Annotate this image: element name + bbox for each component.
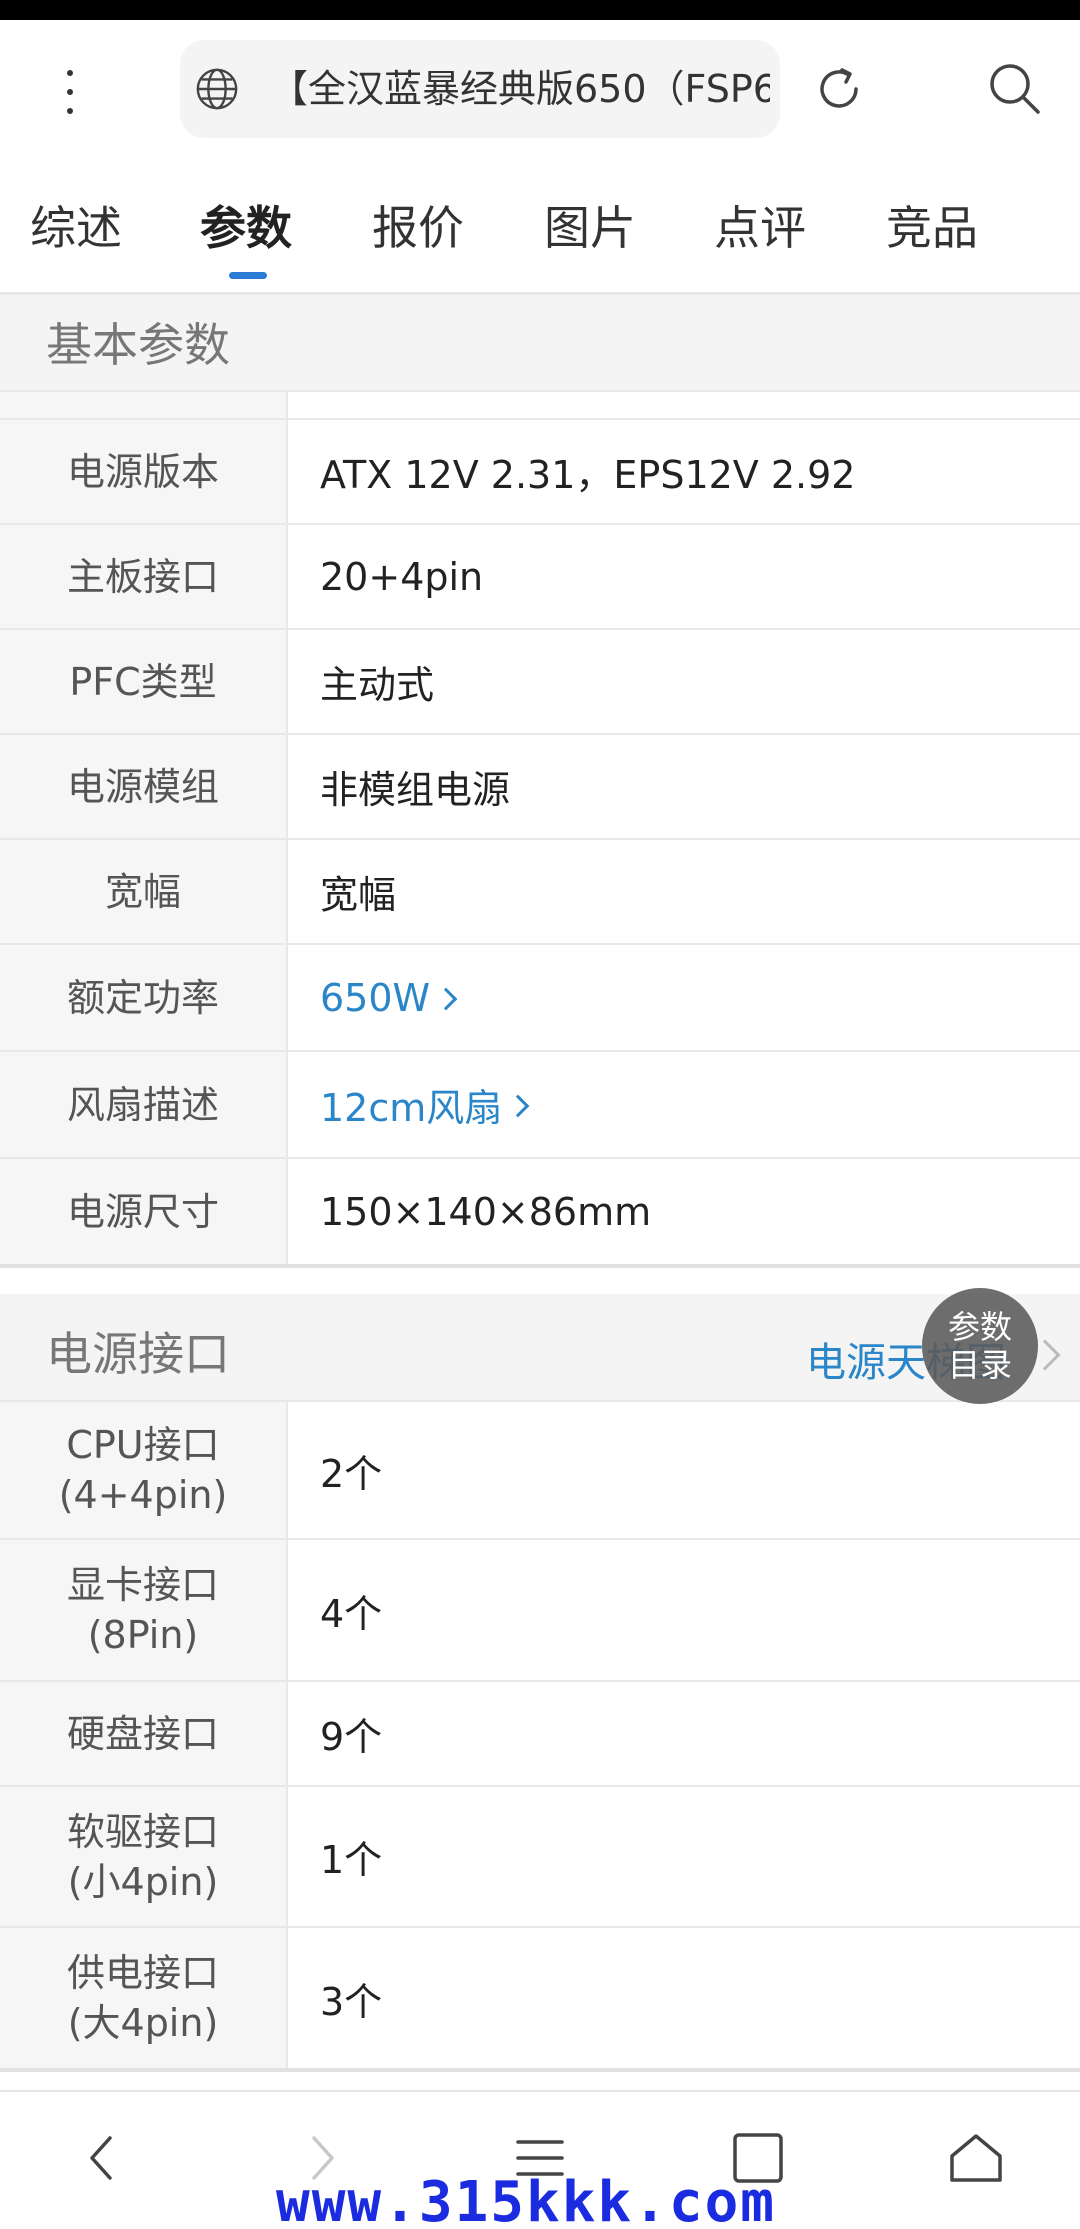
section-gap <box>0 1268 1080 1294</box>
row-value: 3个 <box>320 1979 383 2024</box>
row-value: 9个 <box>320 1715 383 1759</box>
row-value: 20+4pin <box>320 554 484 599</box>
table-row: 供电接口 (大4pin) 3个 <box>0 1928 1080 2070</box>
home-icon[interactable] <box>946 2128 1006 2188</box>
row-value: 2个 <box>320 1451 383 1496</box>
row-value: 1个 <box>320 1838 383 1882</box>
tab-bar: 综述 参数 报价 图片 点评 竞品 <box>0 160 1080 295</box>
row-label: 主板接口 <box>0 525 288 628</box>
table-row: 软驱接口 (小4pin) 1个 <box>0 1787 1080 1928</box>
row-label: 供电接口 (大4pin) <box>0 1928 288 2068</box>
more-vertical-icon[interactable] <box>50 62 90 122</box>
table-row-spacer <box>0 390 1080 420</box>
table-row: 宽幅 宽幅 <box>0 840 1080 945</box>
row-label: 电源版本 <box>0 420 288 523</box>
table-row: CPU接口 (4+4pin) 2个 <box>0 1400 1080 1540</box>
divider <box>0 2068 1080 2072</box>
row-value: 宽幅 <box>320 873 397 917</box>
chevron-right-icon <box>506 1094 530 1117</box>
catalog-label-line1: 参数 <box>947 1308 1012 1346</box>
tab-competitors[interactable]: 竞品 <box>886 188 978 268</box>
fan-description-link[interactable]: 12cm风扇 <box>288 1052 1080 1157</box>
tab-params[interactable]: 参数 <box>200 188 292 268</box>
back-icon[interactable] <box>72 2128 132 2188</box>
address-bar[interactable]: 【全汉蓝暴经典版650（FSP650-50 <box>180 40 780 138</box>
tab-overview[interactable]: 综述 <box>30 188 122 268</box>
table-row: PFC类型 主动式 <box>0 630 1080 735</box>
status-bar <box>0 0 1080 20</box>
url-text[interactable]: 【全汉蓝暴经典版650（FSP650-50 <box>270 60 770 118</box>
rated-power-link[interactable]: 650W <box>288 945 1080 1050</box>
row-label: 显卡接口 (8Pin) <box>0 1540 288 1680</box>
table-row: 额定功率 650W <box>0 945 1080 1052</box>
tab-images[interactable]: 图片 <box>544 188 636 268</box>
row-label: 软驱接口 (小4pin) <box>0 1787 288 1926</box>
row-label: 电源模组 <box>0 735 288 838</box>
chevron-right-icon <box>434 987 458 1010</box>
watermark-text: www.315kkk.com <box>276 2170 777 2229</box>
section-title: 基本参数 <box>46 318 230 372</box>
row-value: 150×140×86mm <box>320 1189 652 1234</box>
browser-toolbar: 【全汉蓝暴经典版650（FSP650-50 <box>0 20 1080 160</box>
row-label: CPU接口 (4+4pin) <box>0 1402 288 1538</box>
catalog-label-line2: 目录 <box>947 1346 1012 1384</box>
tab-price[interactable]: 报价 <box>372 188 464 268</box>
active-tab-indicator <box>229 272 267 279</box>
globe-icon <box>196 68 238 110</box>
row-label: 电源尺寸 <box>0 1159 288 1264</box>
table-row: 主板接口 20+4pin <box>0 525 1080 630</box>
reload-icon[interactable] <box>812 62 866 116</box>
row-label: 风扇描述 <box>0 1052 288 1157</box>
row-label: PFC类型 <box>0 630 288 733</box>
row-value: 4个 <box>320 1591 383 1636</box>
table-row: 硬盘接口 9个 <box>0 1682 1080 1787</box>
row-value: 650W <box>320 975 431 1020</box>
table-row: 风扇描述 12cm风扇 <box>0 1052 1080 1159</box>
table-row: 电源模组 非模组电源 <box>0 735 1080 840</box>
table-row: 电源尺寸 150×140×86mm <box>0 1159 1080 1266</box>
row-label: 额定功率 <box>0 945 288 1050</box>
tab-reviews[interactable]: 点评 <box>714 188 806 268</box>
row-value: 非模组电源 <box>320 768 511 812</box>
row-label: 硬盘接口 <box>0 1682 288 1785</box>
row-value: 主动式 <box>320 663 435 707</box>
section-header-basic: 基本参数 <box>0 295 1080 390</box>
table-row: 电源版本 ATX 12V 2.31，EPS12V 2.92 <box>0 420 1080 525</box>
section-title: 电源接口 <box>46 1327 230 1381</box>
table-row: 显卡接口 (8Pin) 4个 <box>0 1540 1080 1682</box>
row-value: ATX 12V 2.31，EPS12V 2.92 <box>320 453 856 497</box>
search-icon[interactable] <box>986 60 1044 118</box>
row-value: 12cm风扇 <box>320 1086 503 1130</box>
row-label: 宽幅 <box>0 840 288 943</box>
param-catalog-button[interactable]: 参数 目录 <box>922 1288 1038 1404</box>
